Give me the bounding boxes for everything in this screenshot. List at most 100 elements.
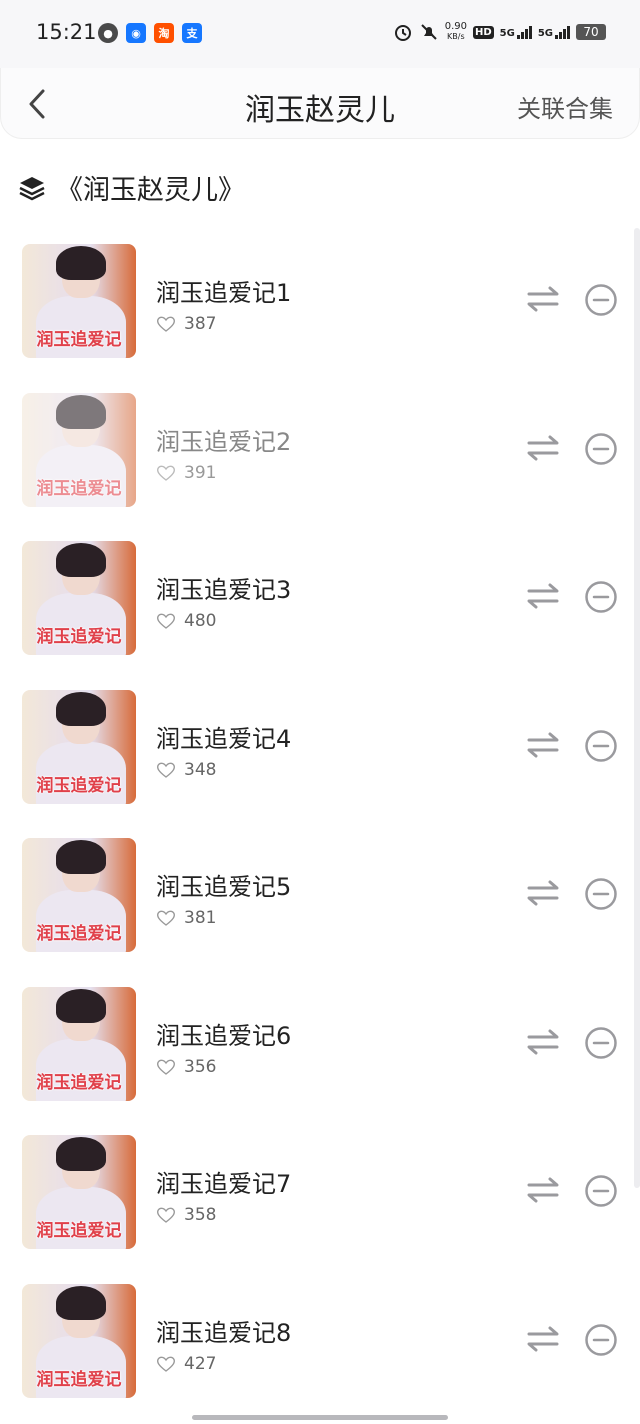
net-speed: 0.90 KB/s (445, 22, 467, 42)
heart-outline-icon (156, 1355, 176, 1373)
video-thumbnail[interactable]: 润玉追爱记 (22, 393, 136, 507)
heart-outline-icon (156, 315, 176, 333)
thumbnail-caption: 润玉追爱记 (26, 919, 132, 944)
list-item[interactable]: 润玉追爱记 润玉追爱记4 348 (0, 682, 630, 831)
signal-2: 5G (538, 25, 570, 39)
alarm-icon (393, 22, 413, 42)
heart-outline-icon (156, 761, 176, 779)
like-count-value: 480 (184, 611, 216, 631)
thumbnail-caption: 润玉追爱记 (26, 771, 132, 796)
like-count-value: 387 (184, 314, 216, 334)
like-count-value: 348 (184, 760, 216, 780)
video-thumbnail[interactable]: 润玉追爱记 (22, 987, 136, 1101)
status-time: 15:21 (36, 20, 97, 44)
like-count: 348 (156, 760, 216, 780)
video-thumbnail[interactable]: 润玉追爱记 (22, 1284, 136, 1398)
video-title: 润玉追爱记2 (156, 422, 291, 457)
heart-outline-icon (156, 612, 176, 630)
like-count-value: 427 (184, 1354, 216, 1374)
video-thumbnail[interactable]: 润玉追爱记 (22, 838, 136, 952)
status-bar: 15:21 ● ◉ 淘 支 0.90 KB/s HD 5G 5G 70 (0, 0, 640, 68)
swap-arrows-icon[interactable] (526, 1176, 560, 1204)
alipay-icon: 支 (182, 23, 202, 43)
taobao-icon: 淘 (154, 23, 174, 43)
link-collection-button[interactable]: 关联合集 (517, 89, 613, 124)
minus-circle-icon[interactable] (584, 1026, 618, 1060)
list-item[interactable]: 润玉追爱记 润玉追爱记5 381 (0, 830, 630, 979)
layers-icon (18, 175, 46, 201)
thumbnail-caption: 润玉追爱记 (26, 1068, 132, 1093)
list-item[interactable]: 润玉追爱记 润玉追爱记7 358 (0, 1127, 630, 1276)
like-count-value: 358 (184, 1205, 216, 1225)
thumbnail-caption: 润玉追爱记 (26, 1216, 132, 1241)
sim2-label: 5G (538, 28, 553, 39)
minus-circle-icon[interactable] (584, 580, 618, 614)
video-thumbnail[interactable]: 润玉追爱记 (22, 541, 136, 655)
video-title: 润玉追爱记1 (156, 273, 291, 308)
mute-icon (419, 22, 439, 42)
video-title: 润玉追爱记3 (156, 570, 291, 605)
video-thumbnail[interactable]: 润玉追爱记 (22, 1135, 136, 1249)
list-item[interactable]: 润玉追爱记 润玉追爱记6 356 (0, 979, 630, 1128)
video-title: 润玉追爱记4 (156, 719, 291, 754)
swap-arrows-icon[interactable] (526, 285, 560, 313)
heart-outline-icon (156, 1206, 176, 1224)
minus-circle-icon[interactable] (584, 283, 618, 317)
hd-badge: HD (473, 26, 494, 39)
video-title: 润玉追爱记6 (156, 1016, 291, 1051)
video-title: 润玉追爱记5 (156, 867, 291, 902)
video-thumbnail[interactable]: 润玉追爱记 (22, 690, 136, 804)
heart-outline-icon (156, 1058, 176, 1076)
signal-bars-icon (517, 25, 532, 39)
sim1-label: 5G (500, 28, 515, 39)
minus-circle-icon[interactable] (584, 729, 618, 763)
thumbnail-caption: 润玉追爱记 (26, 325, 132, 350)
like-count: 427 (156, 1354, 216, 1374)
thumbnail-caption: 润玉追爱记 (26, 474, 132, 499)
swap-arrows-icon[interactable] (526, 582, 560, 610)
swap-arrows-icon[interactable] (526, 1325, 560, 1353)
like-count: 480 (156, 611, 216, 631)
home-indicator[interactable] (192, 1415, 448, 1420)
heart-outline-icon (156, 909, 176, 927)
video-title: 润玉追爱记8 (156, 1313, 291, 1348)
like-count-value: 381 (184, 908, 216, 928)
minus-circle-icon[interactable] (584, 877, 618, 911)
video-title: 润玉追爱记7 (156, 1164, 291, 1199)
like-count: 387 (156, 314, 216, 334)
list-item[interactable]: 润玉追爱记 润玉追爱记1 387 (0, 236, 630, 385)
swap-arrows-icon[interactable] (526, 731, 560, 759)
list-item[interactable]: 润玉追爱记 润玉追爱记2 391 (0, 385, 630, 534)
app-notification-icon: ◉ (126, 23, 146, 43)
like-count: 381 (156, 908, 216, 928)
heart-outline-icon (156, 464, 176, 482)
notification-icons: ● ◉ 淘 支 (98, 23, 202, 43)
video-list: 润玉追爱记 润玉追爱记1 387 润玉追爱记 润玉追爱记2 391 润玉追爱记 … (0, 236, 630, 1424)
video-thumbnail[interactable]: 润玉追爱记 (22, 244, 136, 358)
collection-name: 《润玉赵灵儿》 (56, 168, 245, 207)
swap-arrows-icon[interactable] (526, 1028, 560, 1056)
minus-circle-icon[interactable] (584, 432, 618, 466)
battery-icon: 70 (576, 24, 606, 40)
swap-arrows-icon[interactable] (526, 879, 560, 907)
collection-heading: 《润玉赵灵儿》 (18, 168, 245, 207)
thumbnail-caption: 润玉追爱记 (26, 1365, 132, 1390)
wechat-icon: ● (98, 23, 118, 43)
like-count: 358 (156, 1205, 216, 1225)
list-item[interactable]: 润玉追爱记 润玉追爱记8 427 (0, 1276, 630, 1424)
signal-bars-icon (555, 25, 570, 39)
like-count: 356 (156, 1057, 216, 1077)
signal-1: 5G (500, 25, 532, 39)
like-count: 391 (156, 463, 216, 483)
status-indicators: 0.90 KB/s HD 5G 5G 70 (393, 22, 606, 42)
net-speed-unit: KB/s (445, 32, 467, 42)
swap-arrows-icon[interactable] (526, 434, 560, 462)
net-speed-value: 0.90 (445, 22, 467, 32)
minus-circle-icon[interactable] (584, 1323, 618, 1357)
list-item[interactable]: 润玉追爱记 润玉追爱记3 480 (0, 533, 630, 682)
like-count-value: 356 (184, 1057, 216, 1077)
top-header: 润玉赵灵儿 关联合集 (0, 68, 640, 139)
thumbnail-caption: 润玉追爱记 (26, 622, 132, 647)
scrollbar[interactable] (634, 228, 640, 1188)
minus-circle-icon[interactable] (584, 1174, 618, 1208)
